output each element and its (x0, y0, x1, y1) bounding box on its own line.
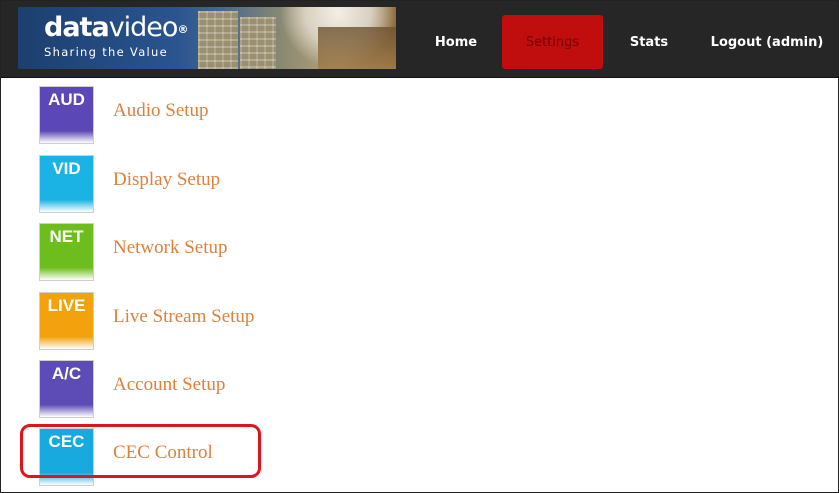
video-tile-icon[interactable]: VID (39, 155, 94, 213)
datavideo-logo: datavideo® (44, 12, 188, 43)
menu-item-network-setup[interactable]: NET Network Setup (39, 223, 228, 281)
menu-item-audio-setup[interactable]: AUD Audio Setup (39, 86, 209, 144)
nav-stats[interactable]: Stats (613, 15, 685, 69)
menu-item-display-setup[interactable]: VID Display Setup (39, 155, 220, 213)
network-tile-icon[interactable]: NET (39, 223, 94, 281)
app-frame: datavideo® Sharing the Value Home Settin… (0, 0, 839, 493)
menu-item-live-stream-setup[interactable]: LIVE Live Stream Setup (39, 292, 254, 350)
nav-settings[interactable]: Settings (502, 15, 603, 69)
menu-item-account-setup[interactable]: A/C Account Setup (39, 360, 225, 418)
cec-control-highlight (20, 424, 261, 478)
brand-banner[interactable]: datavideo® Sharing the Value (18, 7, 396, 69)
audio-setup-link[interactable]: Audio Setup (113, 100, 209, 130)
nav-home[interactable]: Home (418, 15, 494, 69)
header-bar: datavideo® Sharing the Value Home Settin… (1, 1, 838, 78)
network-setup-link[interactable]: Network Setup (113, 237, 228, 267)
banner-canopy-image (318, 27, 396, 69)
live-tile-icon[interactable]: LIVE (39, 292, 94, 350)
logo-tagline: Sharing the Value (44, 45, 169, 59)
nav-logout[interactable]: Logout (admin) (701, 15, 833, 69)
audio-tile-icon[interactable]: AUD (39, 86, 94, 144)
account-setup-link[interactable]: Account Setup (113, 374, 225, 404)
banner-building-image (198, 11, 238, 69)
account-tile-icon[interactable]: A/C (39, 360, 94, 418)
live-stream-setup-link[interactable]: Live Stream Setup (113, 306, 254, 336)
banner-building-image (240, 17, 276, 69)
display-setup-link[interactable]: Display Setup (113, 169, 220, 199)
